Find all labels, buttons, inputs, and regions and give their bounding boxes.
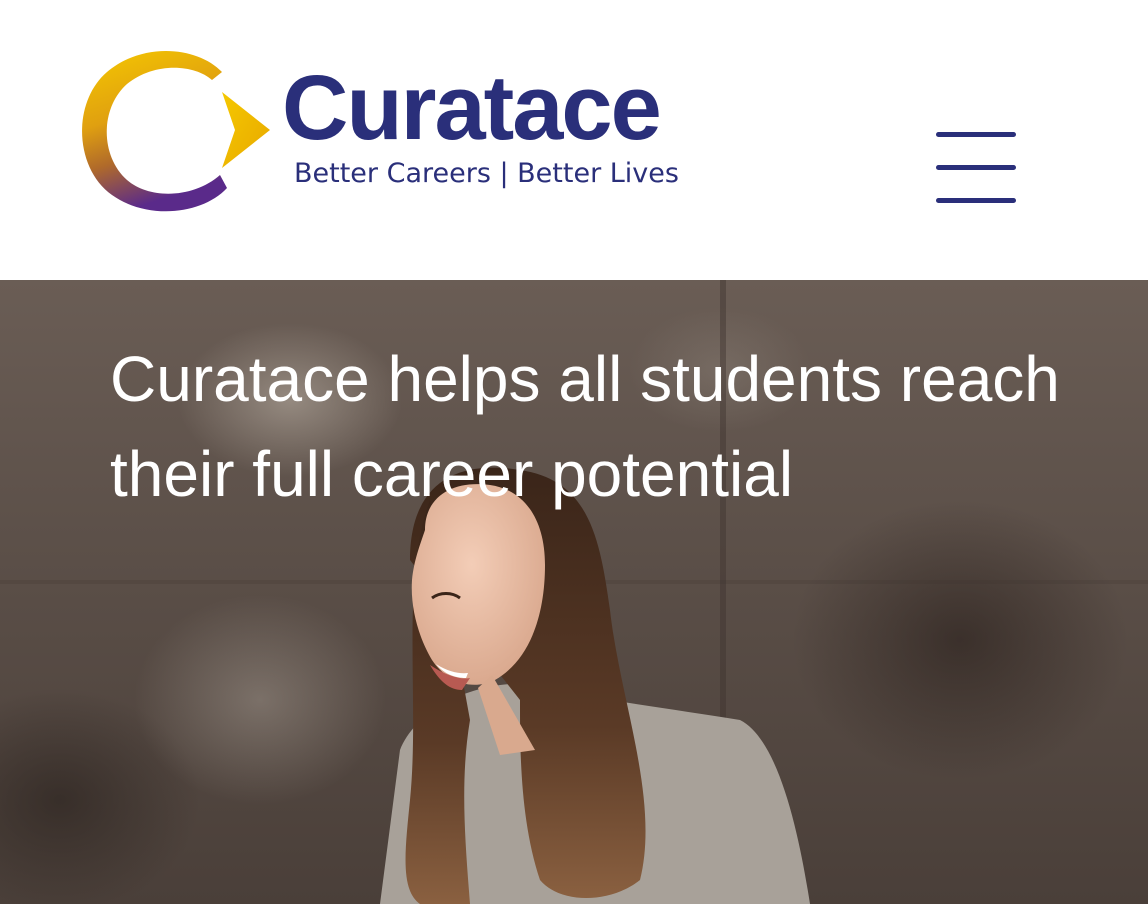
logo-wordmark: Curatace xyxy=(282,57,662,159)
hero-headline: Curatace helps all students reach their … xyxy=(110,343,1060,510)
menu-line xyxy=(936,198,1016,203)
menu-line xyxy=(936,165,1016,170)
site-header: Curatace Better Careers | Better Lives xyxy=(0,0,1148,280)
hero-section: Curatace helps all students reach their … xyxy=(0,280,1148,904)
curatace-c-logo-icon xyxy=(82,50,270,212)
curatace-logo[interactable]: Curatace Better Careers | Better Lives xyxy=(72,40,722,218)
logo-tagline: Better Careers | Better Lives xyxy=(294,158,679,189)
hamburger-menu-icon[interactable] xyxy=(926,120,1026,220)
menu-line xyxy=(936,132,1016,137)
